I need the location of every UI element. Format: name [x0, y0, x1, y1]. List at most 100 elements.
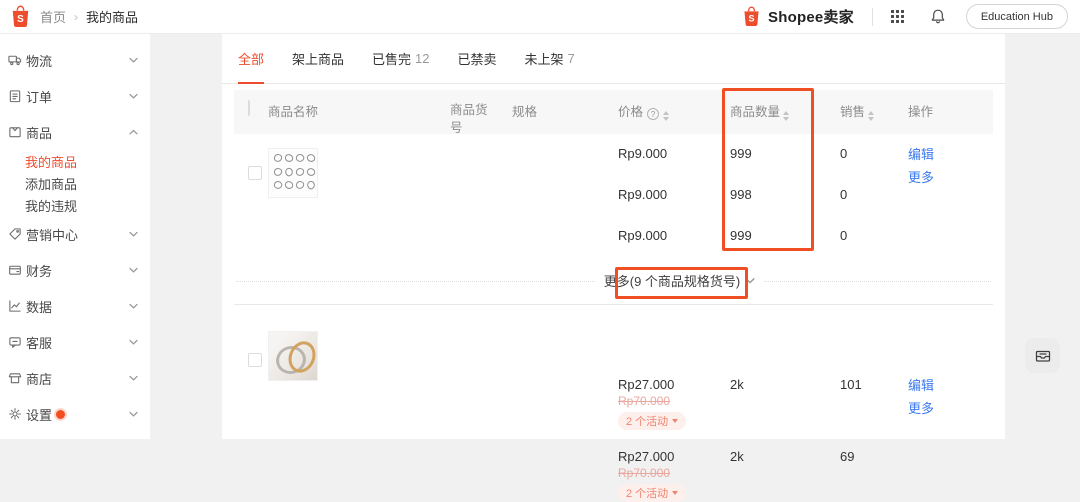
product-image[interactable] — [268, 331, 318, 381]
variant-row: Rp9.000 998 0 — [234, 175, 993, 216]
chevron-down-icon — [129, 57, 138, 63]
chat-mail-icon — [1034, 347, 1052, 365]
sidebar-item-label: 财务 — [26, 261, 52, 280]
svg-text:S: S — [17, 14, 24, 25]
variant-original-price: Rp70.000 — [618, 465, 730, 482]
variant-price: Rp9.000 — [618, 187, 730, 216]
variant-row: Rp9.000 999 0 编辑 更多 — [234, 134, 993, 175]
tab-live[interactable]: 架上商品 — [292, 34, 344, 83]
row-checkbox[interactable] — [248, 353, 262, 367]
sidebar-item-label: 商品 — [26, 123, 52, 142]
column-header-label: 销售 — [840, 105, 865, 119]
notifications-bell-icon[interactable] — [930, 8, 946, 25]
tab-banned[interactable]: 已禁卖 — [458, 34, 497, 83]
sort-icon[interactable] — [783, 111, 789, 121]
promotions-badge-label: 2 个活动 — [626, 413, 668, 429]
svg-text:S: S — [749, 13, 755, 23]
edit-link[interactable]: 编辑 — [908, 146, 993, 163]
variant-row: Rp9.000 999 0 — [234, 216, 993, 257]
page-body: 物流 订单 商品 我的商品 添加商品 我的违规 营销中心 — [0, 34, 1080, 439]
breadcrumb-separator-icon: › — [74, 10, 78, 24]
column-header-label: 商品数量 — [730, 105, 780, 119]
tab-delisted[interactable]: 未上架 7 — [525, 34, 575, 83]
tab-all[interactable]: 全部 — [238, 34, 264, 83]
product-row-2: Rp27.000 Rp70.000 2 个活动 2k 101 编辑 更多 — [234, 305, 993, 499]
tab-sold-out[interactable]: 已售完 12 — [372, 34, 429, 83]
sidebar-item-marketing-centre[interactable]: 营销中心 — [0, 216, 150, 252]
product-row-1: Rp9.000 999 0 编辑 更多 Rp9.000 998 0 — [234, 134, 993, 304]
expand-variants-button[interactable]: 更多(9 个商品规格货号) — [595, 271, 765, 290]
column-header-spec: 规格 — [512, 101, 618, 134]
breadcrumb-current: 我的商品 — [86, 7, 138, 26]
variant-quantity: 998 — [730, 187, 840, 216]
right-gutter — [1005, 34, 1080, 439]
sidebar-item-finance[interactable]: 财务 — [0, 252, 150, 288]
chevron-down-icon — [129, 411, 138, 417]
sort-icon[interactable] — [663, 111, 669, 121]
chevron-down-icon — [129, 375, 138, 381]
tab-count: 7 — [568, 51, 575, 66]
sort-icon[interactable] — [868, 111, 874, 121]
variant-row: Rp27.000 Rp70.000 2 个活动 2k 101 编辑 更多 — [234, 355, 993, 427]
variant-quantity: 2k — [730, 449, 840, 499]
variant-quantity: 2k — [730, 377, 840, 427]
row-checkbox[interactable] — [248, 166, 262, 180]
sidebar-item-label: 数据 — [26, 297, 52, 316]
customer-service-chat-icon — [8, 335, 22, 349]
sidebar-item-orders[interactable]: 订单 — [0, 78, 150, 114]
seller-centre-brand-name: Shopee卖家 — [768, 6, 854, 27]
caret-down-icon — [672, 419, 678, 423]
expand-variants-label: 更多(9 个商品规格货号) — [604, 271, 741, 290]
column-header-name: 商品名称 — [268, 101, 450, 134]
sidebar-item-settings[interactable]: 设置 — [0, 396, 150, 432]
column-header-sku: 商品货号 — [450, 101, 512, 134]
variant-row: Rp27.000 Rp70.000 2 个活动 2k 69 — [234, 427, 993, 499]
sidebar-item-my-violations[interactable]: 我的违规 — [25, 194, 150, 216]
sidebar-item-label: 客服 — [26, 333, 52, 352]
column-header-quantity[interactable]: 商品数量 — [730, 101, 840, 134]
top-bar: S 首页 › 我的商品 S Shopee卖家 Education Hub — [0, 0, 1080, 34]
column-header-actions: 操作 — [908, 101, 993, 134]
tab-label: 已售完 — [372, 49, 411, 68]
webchat-button[interactable] — [1025, 338, 1060, 373]
finance-wallet-icon — [8, 263, 22, 277]
caret-down-icon — [672, 491, 678, 495]
column-header-price[interactable]: 价格 — [618, 101, 730, 134]
chevron-down-icon — [745, 277, 755, 284]
tab-label: 未上架 — [525, 49, 564, 68]
chevron-down-icon — [129, 231, 138, 237]
breadcrumb-home[interactable]: 首页 — [40, 7, 66, 26]
variant-sales: 0 — [840, 187, 908, 216]
product-image[interactable] — [268, 148, 318, 198]
more-link[interactable]: 更多 — [908, 169, 993, 186]
shopee-logo-icon[interactable]: S — [10, 5, 31, 28]
apps-grid-icon[interactable] — [891, 10, 904, 23]
promotions-badge[interactable]: 2 个活动 — [618, 412, 686, 430]
variant-price: Rp27.000 — [618, 449, 730, 465]
topbar-divider — [872, 8, 873, 26]
sidebar-item-logistics[interactable]: 物流 — [0, 42, 150, 78]
edit-link[interactable]: 编辑 — [908, 377, 993, 394]
breadcrumb-area: S 首页 › 我的商品 — [10, 5, 138, 28]
sidebar-item-customer-service[interactable]: 客服 — [0, 324, 150, 360]
column-header-sales[interactable]: 销售 — [840, 101, 908, 134]
breadcrumb: 首页 › 我的商品 — [40, 7, 138, 26]
sidebar-item-data[interactable]: 数据 — [0, 288, 150, 324]
help-icon[interactable] — [647, 108, 659, 120]
variant-price: Rp27.000 — [618, 377, 730, 393]
sidebar-item-add-product[interactable]: 添加商品 — [25, 172, 150, 194]
chevron-down-icon — [129, 339, 138, 345]
variant-price: Rp9.000 — [618, 146, 730, 175]
topbar-actions: S Shopee卖家 Education Hub — [742, 4, 1068, 29]
sidebar-item-my-products[interactable]: 我的商品 — [25, 150, 150, 172]
tab-label: 架上商品 — [292, 49, 344, 68]
education-hub-button[interactable]: Education Hub — [966, 4, 1068, 29]
select-all-checkbox[interactable] — [248, 100, 250, 116]
sidebar-item-products[interactable]: 商品 — [0, 114, 150, 150]
table-header: 商品名称 商品货号 规格 价格 商品数量 销售 操作 — [234, 90, 993, 134]
more-link[interactable]: 更多 — [908, 400, 993, 417]
sidebar-item-label: 物流 — [26, 51, 52, 70]
promotions-badge[interactable]: 2 个活动 — [618, 484, 686, 502]
truck-icon — [8, 53, 22, 67]
sidebar-item-shop[interactable]: 商店 — [0, 360, 150, 396]
